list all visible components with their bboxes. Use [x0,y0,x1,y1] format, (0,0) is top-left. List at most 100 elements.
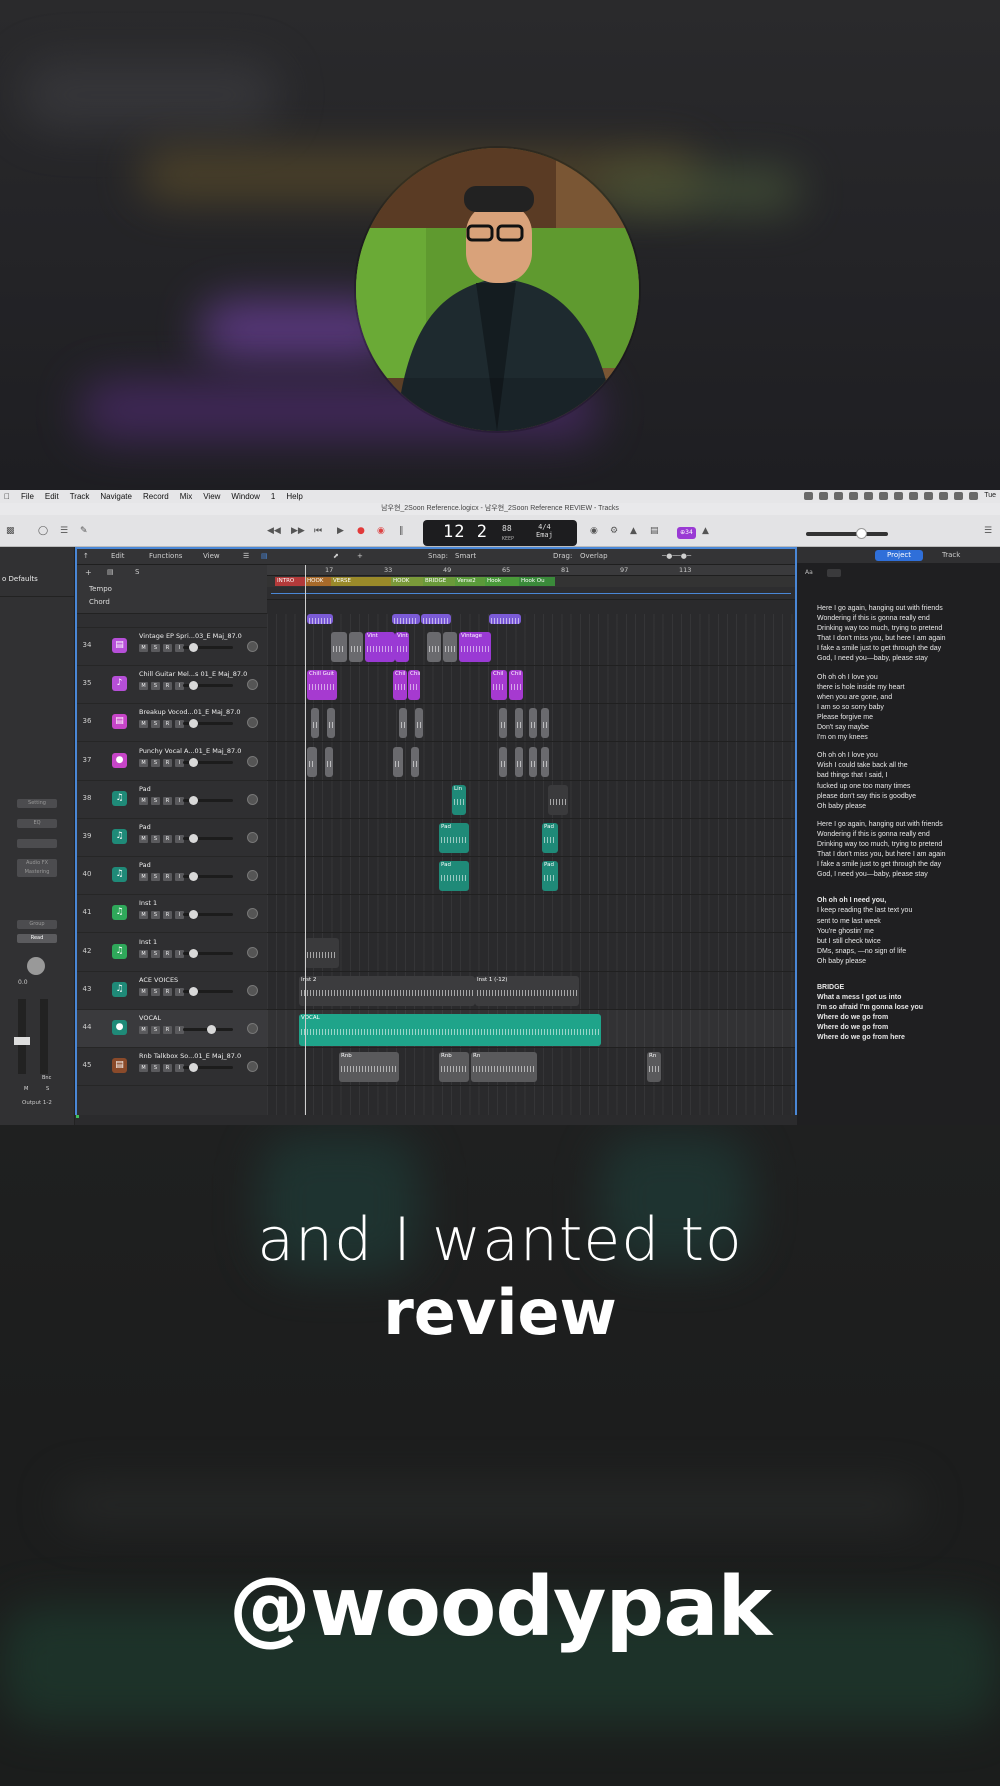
track-volume-knob[interactable] [189,834,198,843]
track-volume-knob[interactable] [189,1063,198,1073]
track-mute-button[interactable]: M [139,796,148,805]
track-record-button[interactable]: R [163,644,172,652]
sidebar-icon[interactable]: ☰ [984,525,992,537]
bounce-button[interactable]: Bnc [42,1075,51,1081]
track-record-button[interactable]: R [163,911,172,920]
marker-intro[interactable]: INTRO [275,577,305,586]
marker-verse2[interactable]: Verse2 [455,577,485,586]
track-name[interactable]: Pad [139,785,151,793]
region[interactable] [331,632,347,662]
track-mute-button[interactable]: M [139,835,148,843]
add-track-icon[interactable]: + [85,568,92,577]
track-header[interactable]: 35 ♪ Chill Guitar Mel...s 01_E Maj_87.0 M S R… [77,666,267,705]
link-slot[interactable] [17,839,57,848]
track-solo-button[interactable]: S [151,1064,160,1073]
track-volume-knob[interactable] [189,681,198,691]
functions-menu[interactable]: Functions [149,552,182,560]
track-mute-button[interactable]: M [139,987,148,996]
region[interactable]: Pad [542,861,558,892]
status-icon[interactable] [909,492,919,500]
track-volume-knob[interactable] [189,643,198,652]
track-record-button[interactable]: R [163,1026,172,1034]
track-header[interactable]: 39 ♫ Pad M S R I [77,819,267,857]
volume-fader[interactable] [14,1037,30,1045]
track-mute-button[interactable]: M [139,1026,148,1034]
track-solo-button[interactable]: S [151,796,160,805]
track-mute-button[interactable]: M [139,720,148,729]
region[interactable] [307,614,333,624]
menu-view[interactable]: View [203,492,220,501]
region[interactable]: Inst 2 [299,975,475,1006]
region[interactable] [529,708,537,739]
capture-record-icon[interactable]: ◉ [377,525,385,537]
font-button[interactable]: Aa [805,569,813,576]
track-volume-knob[interactable] [189,948,198,958]
region[interactable] [499,746,507,777]
status-icon[interactable] [804,492,814,500]
track-name[interactable]: ACE VOICES [139,976,178,984]
track-name[interactable]: Vintage EP Spri...03_E Maj_87.0 [139,632,242,640]
menu-file[interactable]: File [21,492,34,501]
region[interactable]: Vint [395,632,409,662]
region[interactable]: Vint [365,632,395,662]
track-lane[interactable] [267,895,795,934]
track-header[interactable]: 36 ▤ Breakup Vocod...01_E Maj_87.0 M S R I [77,704,267,743]
track-name[interactable]: Chill Guitar Mel...s 01_E Maj_87.0 [139,670,247,678]
track-header[interactable] [77,614,267,628]
bar-ruler[interactable]: 17 33 49 65 81 97 113 [267,565,795,576]
region[interactable] [305,937,339,968]
track-lane[interactable] [267,819,795,857]
pencil-tool-icon[interactable]: + [357,552,363,560]
track-pan-knob[interactable] [247,946,258,958]
region[interactable] [515,708,523,739]
count-badge[interactable]: ⊕34 [677,527,696,539]
track-solo-button[interactable]: S [151,911,160,920]
track-mute-button[interactable]: M [139,644,148,652]
cycle-icon[interactable]: ‖ [399,525,404,537]
count-in-icon[interactable]: ⚙ [610,525,618,537]
region[interactable] [325,746,333,777]
region[interactable] [548,784,568,815]
track-record-button[interactable]: R [163,949,172,958]
track-pan-knob[interactable] [247,1023,258,1034]
track-pan-knob[interactable] [247,641,258,652]
region[interactable]: VOCAL [299,1014,601,1046]
track-volume-knob[interactable] [189,719,198,729]
snap-dropdown[interactable]: Smart [455,552,476,560]
track-pan-knob[interactable] [247,717,258,729]
lcd-display[interactable]: 12 2 88 KEEP 4/4 Emaj [423,520,577,546]
menu-help[interactable]: Help [286,492,302,501]
region[interactable]: Rn [647,1052,661,1083]
browser-icon[interactable]: ▲ [702,525,709,537]
track-header[interactable]: 40 ♫ Pad M S R I [77,857,267,896]
mute-button[interactable]: M [24,1086,28,1092]
tuner-icon[interactable]: ◉ [590,525,598,537]
track-pan-knob[interactable] [247,1061,258,1073]
region[interactable]: Chil [408,670,420,701]
pointer-tool-icon[interactable]: ⬈ [333,552,339,560]
menu-clock[interactable]: Tue [984,492,996,500]
track-name[interactable]: VOCAL [139,1014,161,1022]
go-to-start-icon[interactable]: ⏮ [314,525,322,537]
marker-hook[interactable]: HOOK [305,577,331,586]
folder-icon[interactable]: ▤ [107,568,114,576]
region[interactable] [489,614,521,624]
menu-navigate[interactable]: Navigate [100,492,132,501]
track-solo-button[interactable]: S [151,1026,160,1034]
master-volume-knob[interactable] [856,528,867,539]
track-pan-knob[interactable] [247,984,258,996]
region[interactable]: Rnb [339,1052,399,1083]
status-icon[interactable] [939,492,949,500]
track-solo-button[interactable]: S [151,949,160,958]
status-icon[interactable] [819,492,829,500]
track-header[interactable]: 38 ♫ Pad M S R I [77,781,267,819]
region[interactable]: Chil [509,670,523,701]
back-icon[interactable]: ↑ [83,552,89,560]
region[interactable]: Lin [452,784,466,815]
menu-mix[interactable]: Mix [180,492,192,501]
group-slot[interactable]: Group [17,920,57,929]
region[interactable] [393,746,403,777]
region[interactable] [515,746,523,777]
status-icon[interactable] [924,492,934,500]
menu-record[interactable]: Record [143,492,169,501]
